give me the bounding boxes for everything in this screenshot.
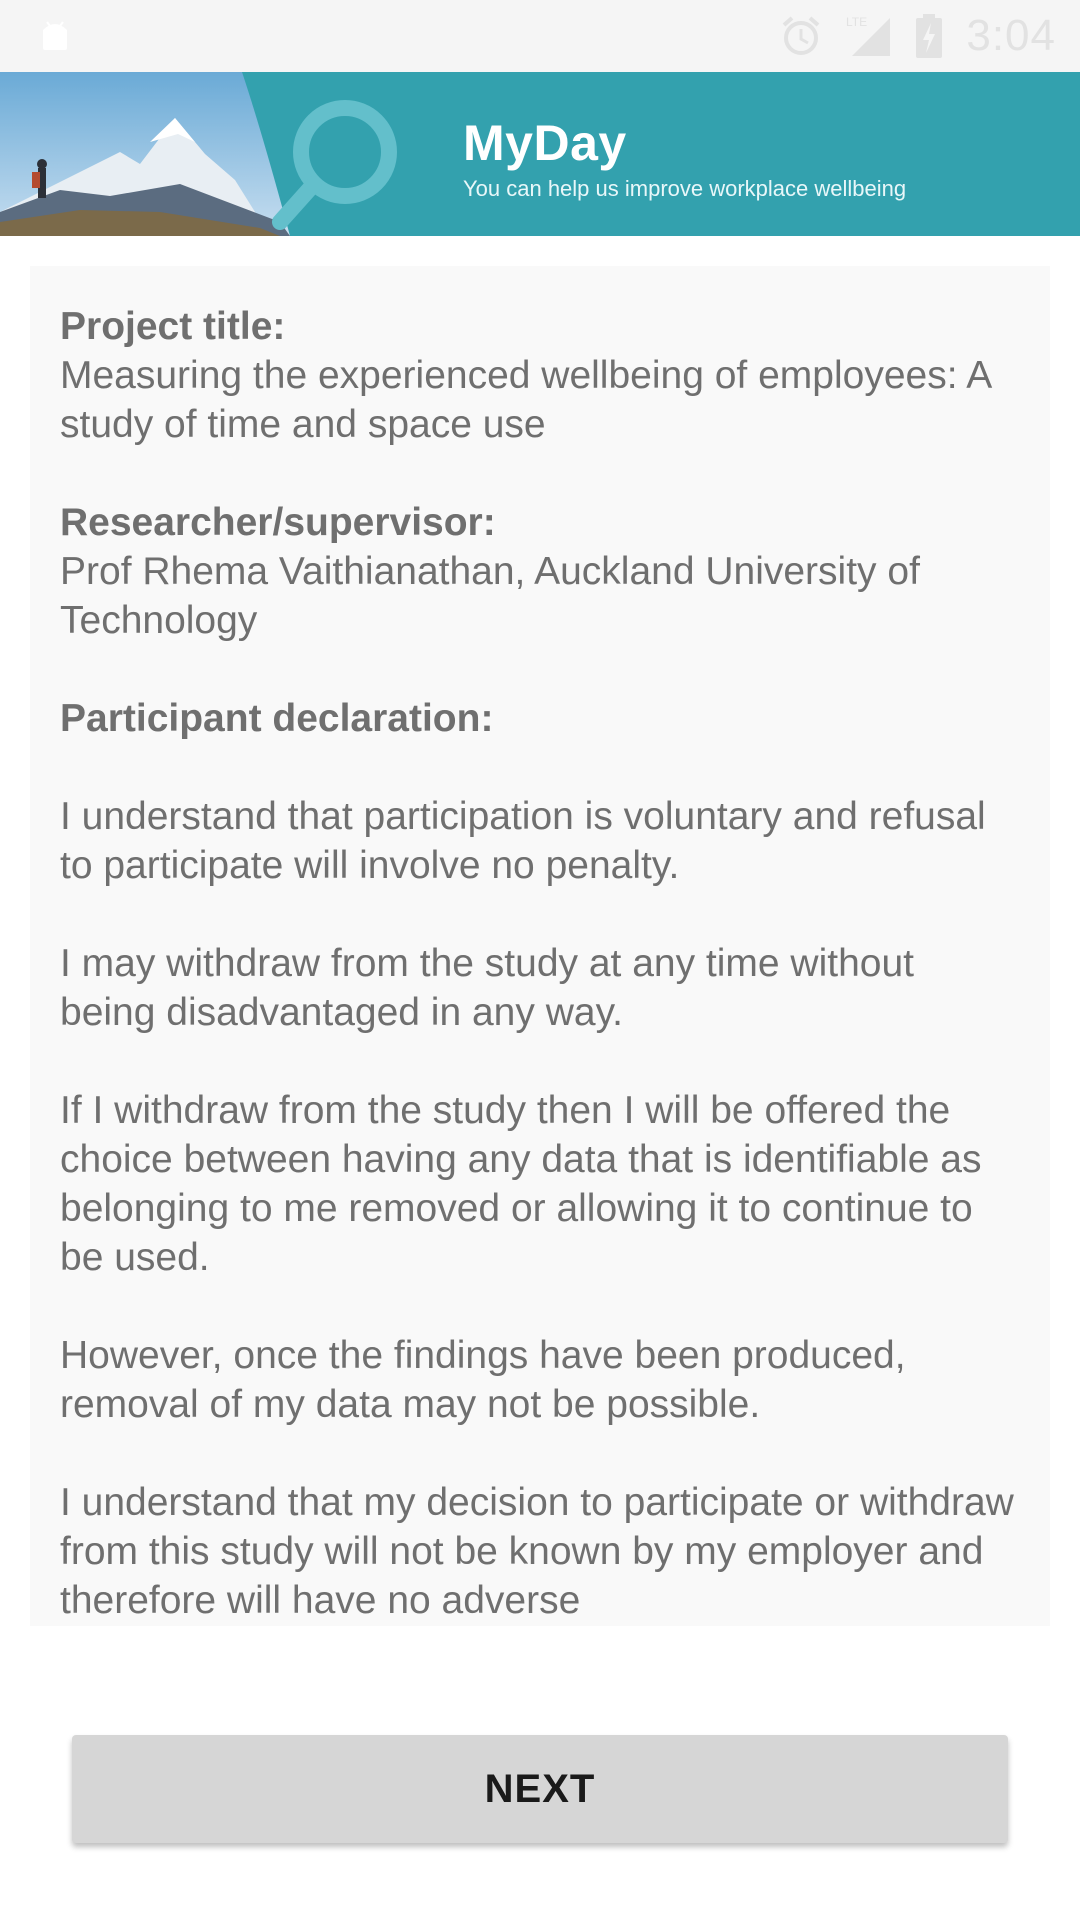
declaration-paragraph: I understand that participation is volun… <box>60 795 986 887</box>
alarm-icon <box>783 16 820 55</box>
declaration-label: Participant declaration: <box>60 697 494 740</box>
declaration-paragraph: I may withdraw from the study at any tim… <box>60 942 915 1034</box>
status-time: 3:04 <box>966 11 1056 60</box>
project-title-label: Project title: <box>60 305 286 348</box>
next-button[interactable]: NEXT <box>72 1735 1008 1843</box>
researcher-value: Prof Rhema Vaithianathan, Auckland Unive… <box>60 550 920 642</box>
consent-text: Project title: Measuring the experienced… <box>60 302 1020 1626</box>
android-icon <box>43 21 67 50</box>
consent-text-card[interactable]: Project title: Measuring the experienced… <box>30 266 1050 1626</box>
banner-title: MyDay <box>463 115 627 171</box>
declaration-paragraph: I understand that my decision to partici… <box>60 1481 1014 1622</box>
project-title-section: Project title: Measuring the experienced… <box>60 302 1020 449</box>
declaration-paragraph: However, once the findings have been pro… <box>60 1334 906 1426</box>
researcher-label: Researcher/supervisor: <box>60 501 496 544</box>
network-type-label: LTE <box>846 15 867 29</box>
status-bar: LTE 3:04 <box>0 0 1080 72</box>
banner: MyDay You can help us improve workplace … <box>0 72 1080 236</box>
project-title-value: Measuring the experienced wellbeing of e… <box>60 354 991 446</box>
researcher-section: Researcher/supervisor: Prof Rhema Vaithi… <box>60 498 1020 645</box>
signal-icon: LTE <box>846 15 891 56</box>
mountain-hiker-photo <box>0 72 290 236</box>
banner-subtitle: You can help us improve workplace wellbe… <box>463 176 907 201</box>
magnifier-logo-icon <box>272 100 397 230</box>
declaration-paragraph: If I withdraw from the study then I will… <box>60 1089 982 1279</box>
status-icons: LTE 3:04 <box>780 10 1056 62</box>
declaration-section: Participant declaration: <box>60 694 1020 743</box>
battery-charging-icon <box>916 14 943 58</box>
